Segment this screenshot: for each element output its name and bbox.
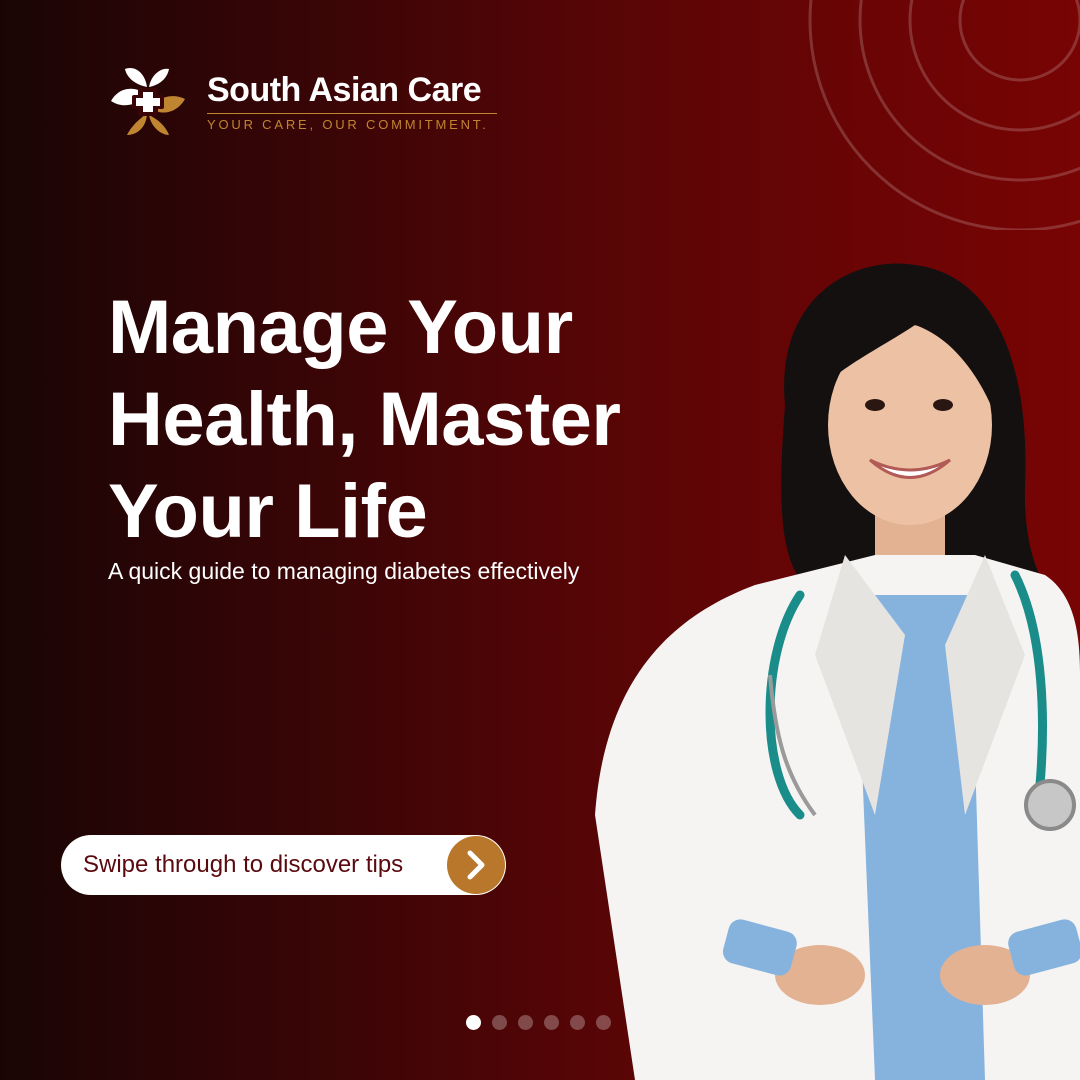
headline: Manage Your Health, Master Your Life [108, 282, 621, 558]
brand-logo[interactable]: South Asian Care YOUR CARE, OUR COMMITME… [105, 65, 497, 139]
cta-label: Swipe through to discover tips [83, 851, 404, 878]
carousel-dot[interactable] [544, 1015, 559, 1030]
brand-tagline: YOUR CARE, OUR COMMITMENT. [207, 117, 489, 132]
cross-leaf-logo-icon [111, 67, 185, 135]
next-arrow-button[interactable] [447, 836, 505, 894]
swipe-cta-button[interactable]: Swipe through to discover tips [61, 835, 506, 895]
headline-line-1: Manage Your [108, 285, 573, 370]
chevron-right-icon [467, 850, 485, 880]
brand-divider [207, 113, 497, 114]
brand-name: South Asian Care [207, 71, 482, 109]
concentric-rings-decoration [808, 0, 1080, 230]
headline-line-3: Your Life [108, 469, 428, 554]
carousel-dot[interactable] [492, 1015, 507, 1030]
carousel-dot[interactable] [518, 1015, 533, 1030]
doctor-photo [595, 263, 1080, 1080]
carousel-dot[interactable] [466, 1015, 481, 1030]
subtitle: A quick guide to managing diabetes effec… [108, 558, 580, 584]
headline-line-2: Health, Master [108, 377, 621, 462]
brand-text: South Asian Care YOUR CARE, OUR COMMITME… [207, 73, 497, 131]
slide: South Asian Care YOUR CARE, OUR COMMITME… [0, 0, 1080, 1080]
